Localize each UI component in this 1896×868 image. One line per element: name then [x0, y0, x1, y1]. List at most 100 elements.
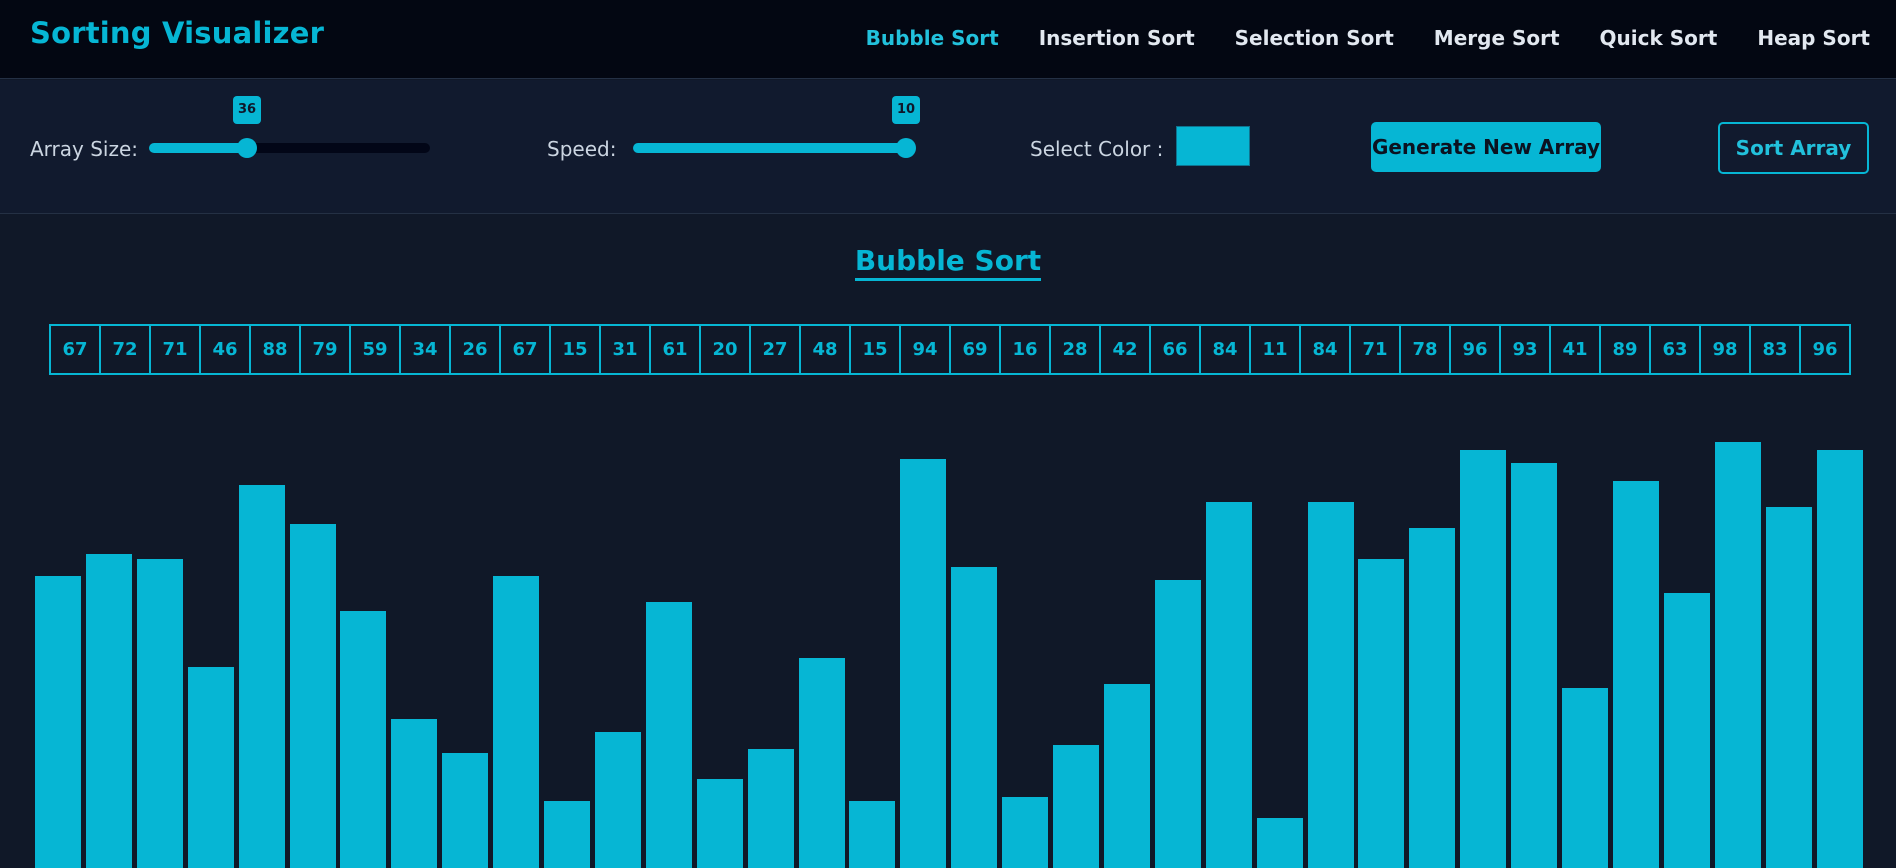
- array-value-cell: 15: [851, 326, 901, 373]
- array-bar: [1002, 797, 1048, 868]
- speed-slider[interactable]: 10: [633, 96, 920, 158]
- array-value-cell: 63: [1651, 326, 1701, 373]
- nav-bubble-sort[interactable]: Bubble Sort: [866, 26, 999, 50]
- array-value-cell: 34: [401, 326, 451, 373]
- array-size-slider-thumb[interactable]: [237, 138, 257, 158]
- color-picker[interactable]: [1176, 126, 1250, 166]
- speed-label: Speed:: [547, 137, 617, 161]
- array-value-cell: 67: [501, 326, 551, 373]
- array-value-cell: 84: [1201, 326, 1251, 373]
- speed-slider-fill: [633, 143, 906, 153]
- array-value-cell: 72: [101, 326, 151, 373]
- array-value-cell: 83: [1751, 326, 1801, 373]
- array-bar: [442, 753, 488, 868]
- array-value-cell: 78: [1401, 326, 1451, 373]
- array-value-cell: 27: [751, 326, 801, 373]
- array-value-cell: 28: [1051, 326, 1101, 373]
- array-bar: [239, 485, 285, 868]
- array-bar: [1664, 593, 1710, 868]
- array-bar: [1562, 688, 1608, 868]
- array-size-value-badge: 36: [233, 96, 261, 124]
- array-bar: [1613, 481, 1659, 868]
- nav-heap-sort[interactable]: Heap Sort: [1757, 26, 1870, 50]
- array-bar: [290, 524, 336, 868]
- array-bar: [799, 658, 845, 868]
- array-value-cell: 89: [1601, 326, 1651, 373]
- array-size-slider[interactable]: 36: [149, 96, 430, 158]
- array-bar: [188, 667, 234, 868]
- array-value-cell: 59: [351, 326, 401, 373]
- array-value-cell: 61: [651, 326, 701, 373]
- array-value-cell: 66: [1151, 326, 1201, 373]
- array-bar: [1206, 502, 1252, 868]
- array-value-cell: 15: [551, 326, 601, 373]
- array-bar: [1358, 559, 1404, 868]
- speed-slider-thumb[interactable]: [896, 138, 916, 158]
- array-value-cell: 67: [51, 326, 101, 373]
- array-bar: [1409, 528, 1455, 868]
- nav-selection-sort[interactable]: Selection Sort: [1235, 26, 1394, 50]
- sort-array-button[interactable]: Sort Array: [1718, 122, 1869, 174]
- array-bar: [544, 801, 590, 868]
- array-value-cell: 16: [1001, 326, 1051, 373]
- array-value-cell: 98: [1701, 326, 1751, 373]
- array-value-cell: 31: [601, 326, 651, 373]
- array-value-cell: 48: [801, 326, 851, 373]
- array-bar: [951, 567, 997, 868]
- array-value-cell: 71: [151, 326, 201, 373]
- array-value-cell: 26: [451, 326, 501, 373]
- app-header: Sorting Visualizer Bubble Sort Insertion…: [0, 0, 1896, 79]
- array-value-cell: 20: [701, 326, 751, 373]
- algorithm-heading: Bubble Sort: [0, 244, 1896, 281]
- array-bar: [1460, 450, 1506, 868]
- array-value-cell: 69: [951, 326, 1001, 373]
- array-size-slider-fill: [149, 143, 247, 153]
- array-bar: [1766, 507, 1812, 868]
- array-bar: [391, 719, 437, 868]
- array-value-cell: 96: [1812, 339, 1838, 360]
- controls-bar: Array Size: 36 Speed: 10 Select Color : …: [0, 80, 1896, 214]
- nav-quick-sort[interactable]: Quick Sort: [1600, 26, 1718, 50]
- generate-new-array-button[interactable]: Generate New Array: [1371, 122, 1601, 172]
- select-color-label: Select Color :: [1030, 137, 1164, 161]
- array-bar: [646, 602, 692, 868]
- array-value-cell: 42: [1101, 326, 1151, 373]
- array-bar: [1155, 580, 1201, 868]
- bars-container: [0, 380, 1896, 868]
- array-bar: [748, 749, 794, 868]
- array-bar: [1511, 463, 1557, 868]
- array-value-cell: 46: [201, 326, 251, 373]
- app-title: Sorting Visualizer: [30, 16, 325, 50]
- array-bar: [493, 576, 539, 868]
- nav-merge-sort[interactable]: Merge Sort: [1434, 26, 1560, 50]
- array-values-row: 67 72 71 46 88 79 59 34 26 67 15 31 61 20 27 48 15 94 69 16…: [49, 324, 1851, 375]
- array-bar: [595, 732, 641, 868]
- array-bar: [35, 576, 81, 868]
- array-bar: [340, 611, 386, 868]
- array-bar: [900, 459, 946, 868]
- array-value-cell: 94: [901, 326, 951, 373]
- array-bar: [1104, 684, 1150, 868]
- array-size-label: Array Size:: [30, 137, 139, 161]
- array-bar: [849, 801, 895, 868]
- array-value-cell: 41: [1551, 326, 1601, 373]
- array-value-cell: 84: [1301, 326, 1351, 373]
- array-bar: [1715, 442, 1761, 868]
- speed-value-badge: 10: [892, 96, 920, 124]
- nav-insertion-sort[interactable]: Insertion Sort: [1039, 26, 1195, 50]
- algorithm-nav: Bubble Sort Insertion Sort Selection Sor…: [826, 26, 1870, 50]
- array-value-cell: 79: [301, 326, 351, 373]
- array-bar: [697, 779, 743, 868]
- array-bar: [86, 554, 132, 868]
- array-bar: [1257, 818, 1303, 868]
- array-bar: [137, 559, 183, 868]
- algorithm-title: Bubble Sort: [854, 244, 1042, 281]
- array-value-cell: 11: [1251, 326, 1301, 373]
- array-bar: [1817, 450, 1863, 868]
- array-bar: [1053, 745, 1099, 868]
- array-value-cell: 71: [1351, 326, 1401, 373]
- array-value-cell: 88: [251, 326, 301, 373]
- array-value-cell: 96: [1451, 326, 1501, 373]
- array-bar: [1308, 502, 1354, 868]
- array-value-cell: 93: [1501, 326, 1551, 373]
